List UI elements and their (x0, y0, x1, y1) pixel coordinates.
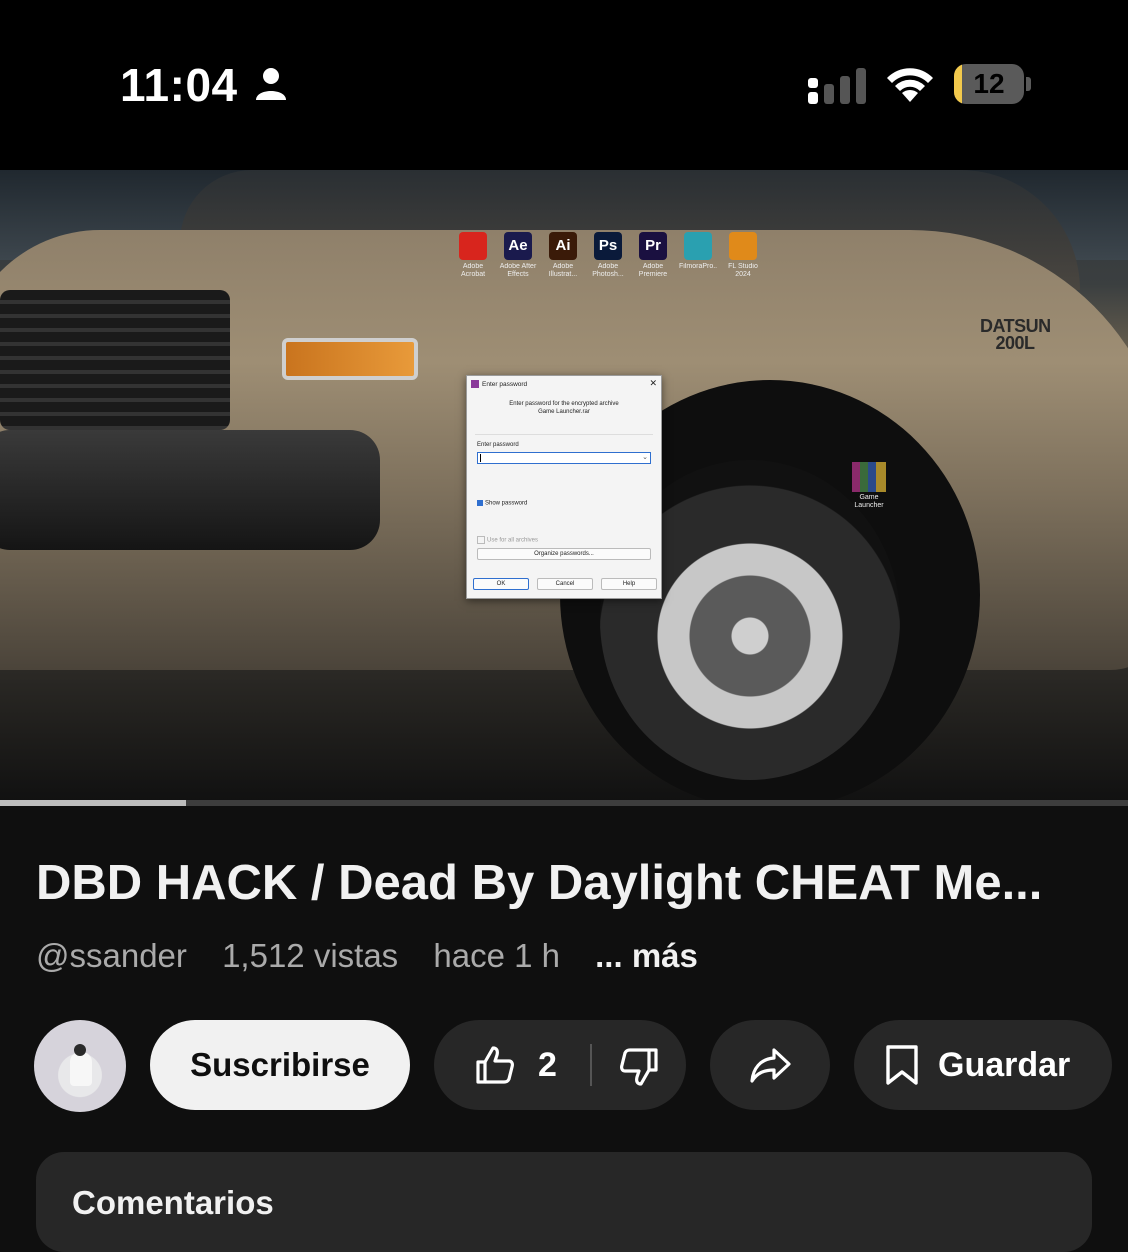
dialog-prompt: Enter password for the encrypted archive… (509, 401, 619, 415)
car-badge: DATSUN 200L (980, 316, 1051, 353)
comments-section[interactable]: Comentarios (36, 1152, 1092, 1252)
like-count: 2 (538, 1046, 557, 1084)
car-indicator-light (282, 338, 418, 380)
share-icon (750, 1048, 791, 1083)
password-dialog: Enter password ✕ Enter password for the … (466, 375, 662, 599)
share-button[interactable] (710, 1020, 830, 1110)
video-progress-fill (0, 800, 187, 806)
thumbs-up-icon[interactable] (474, 1044, 516, 1086)
save-button[interactable]: Guardar (854, 1020, 1112, 1110)
car-grille (0, 290, 230, 430)
save-label: Guardar (938, 1046, 1071, 1084)
channel-avatar[interactable] (34, 1020, 126, 1112)
desktop-app-icon: PrAdobe Premiere P... (634, 232, 672, 279)
winrar-icon (471, 380, 479, 389)
comments-title: Comentarios (72, 1184, 274, 1221)
ok-button: OK (473, 578, 529, 590)
subscribe-button[interactable]: Suscribirse (150, 1020, 410, 1110)
show-password-checkbox: Show password (477, 500, 527, 507)
like-dislike-group: 2 (434, 1020, 686, 1110)
video-progress-bar[interactable] (0, 800, 1128, 806)
desktop-app-icon: Ai Adobe Illustrat... (544, 232, 582, 279)
video-meta[interactable]: @ssander 1,512 vistas hace 1 h ... más (36, 934, 724, 978)
battery-percent: 12 (973, 68, 1005, 99)
organize-passwords-button: Organize passwords... (477, 548, 651, 560)
desktop-app-icon: FL Studio 2024 (724, 232, 762, 279)
desktop-app-icon: FilmoraPro... (679, 232, 717, 279)
cancel-button: Cancel (537, 578, 593, 590)
password-field: ⌄ (477, 452, 651, 464)
password-label: Enter password (477, 442, 519, 448)
view-count: 1,512 vistas (222, 937, 399, 974)
car-bumper (0, 430, 380, 550)
thumbs-down-icon[interactable] (618, 1046, 660, 1088)
desktop-app-icon: Ps Adobe Photosh... (589, 232, 627, 279)
chevron-down-icon: ⌄ (642, 454, 648, 461)
status-bar: 11:04 12 (0, 0, 1128, 170)
desktop-app-icon: AeAdobe After Effects 2021 (499, 232, 537, 279)
bookmark-icon (886, 1045, 918, 1085)
video-player[interactable]: DATSUN 200L Adobe Acrobat Ae Adobe After E… (0, 170, 1128, 806)
help-button: Help (601, 578, 657, 590)
battery-indicator: 12 (954, 64, 1031, 104)
more-link[interactable]: ... más (595, 934, 698, 978)
desktop-app-icon: Adobe Acrobat (454, 232, 492, 279)
dialog-title: Enter password (471, 379, 527, 391)
use-for-all-checkbox: Use for all archives (477, 536, 538, 544)
channel-handle[interactable]: @ssander (36, 934, 187, 978)
dialog-close-icon: ✕ (649, 378, 657, 388)
upload-age: hace 1 h (433, 937, 560, 974)
video-title[interactable]: DBD HACK / Dead By Daylight CHEAT Me... (36, 852, 1106, 914)
wifi-icon (887, 68, 933, 102)
person-icon (256, 68, 286, 100)
cellular-signal-icon (808, 68, 866, 104)
game-launcher-icon: Game Launcher (846, 462, 892, 512)
clock: 11:04 (120, 59, 238, 111)
